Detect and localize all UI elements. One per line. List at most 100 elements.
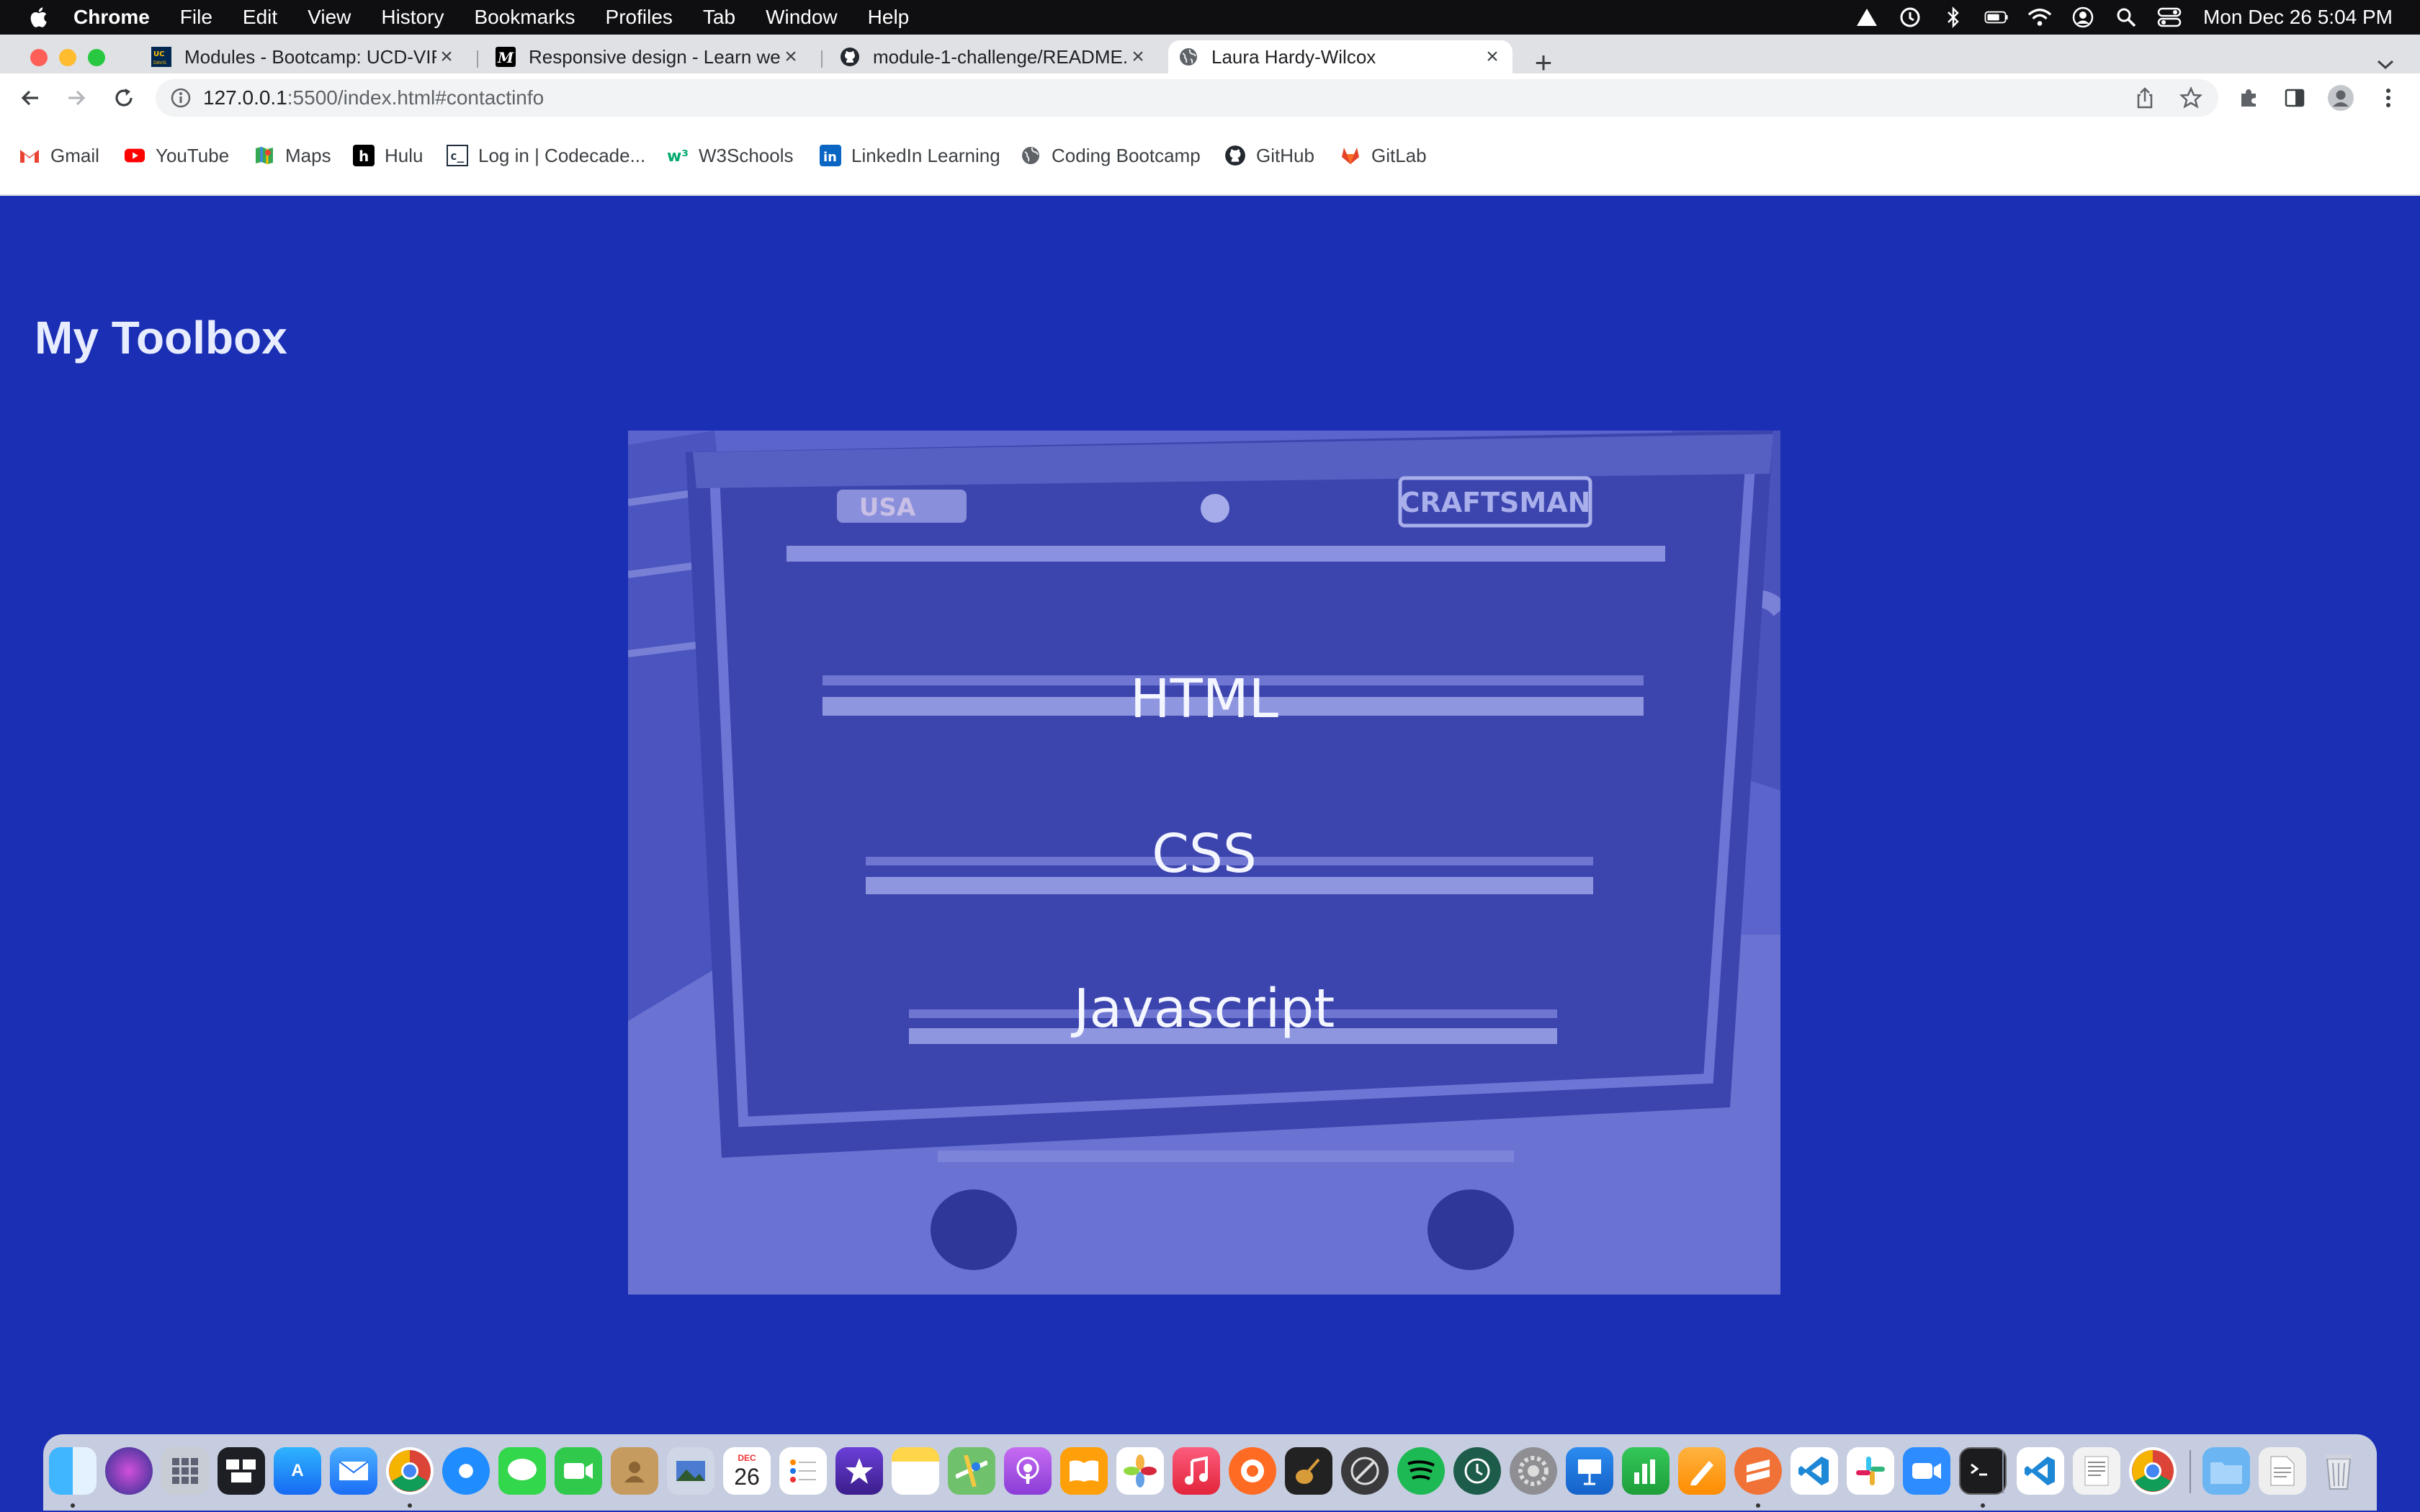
extensions-button[interactable] xyxy=(2234,84,2263,112)
folder-icon[interactable] xyxy=(2202,1447,2250,1495)
menu-view[interactable]: View xyxy=(308,6,351,29)
wifi-icon[interactable] xyxy=(2027,5,2052,30)
mail-icon[interactable] xyxy=(330,1447,377,1495)
bookmark-linkedin-learning[interactable]: in LinkedIn Learning xyxy=(820,143,1000,168)
chrome-icon[interactable] xyxy=(2129,1447,2177,1495)
back-button[interactable] xyxy=(16,84,45,112)
podcasts-icon[interactable] xyxy=(1004,1447,1052,1495)
address-bar[interactable]: 127.0.0.1:5500/index.html#contactinfo xyxy=(156,79,2218,117)
drive-icon[interactable] xyxy=(1855,5,1879,30)
side-panel-button[interactable] xyxy=(2280,84,2309,112)
keynote-icon[interactable] xyxy=(1566,1447,1613,1495)
facetime-icon[interactable] xyxy=(555,1447,602,1495)
spotify-icon[interactable] xyxy=(1397,1447,1445,1495)
numbers-icon[interactable] xyxy=(1622,1447,1670,1495)
tab-laura-hardy-wilcox[interactable]: Laura Hardy-Wilcox × xyxy=(1168,40,1512,73)
close-window-button[interactable] xyxy=(30,49,48,66)
share-icon xyxy=(2137,87,2153,109)
siri-icon[interactable] xyxy=(105,1447,153,1495)
vscode-icon[interactable] xyxy=(1791,1447,1838,1495)
bookmark-maps[interactable]: Maps xyxy=(254,143,331,168)
reminders-icon[interactable] xyxy=(779,1447,827,1495)
vscode-icon[interactable] xyxy=(2017,1447,2064,1495)
github-icon xyxy=(840,47,860,67)
menu-app-name[interactable]: Chrome xyxy=(73,6,150,29)
menu-bookmarks[interactable]: Bookmarks xyxy=(474,6,575,29)
bookmark-star-button[interactable] xyxy=(2177,84,2205,112)
menu-history[interactable]: History xyxy=(381,6,444,29)
close-tab-icon[interactable]: × xyxy=(1482,45,1502,68)
terminal-icon[interactable] xyxy=(1959,1447,2007,1495)
slack-icon[interactable] xyxy=(1847,1447,1894,1495)
close-tab-icon[interactable]: × xyxy=(781,45,801,68)
apple-icon[interactable] xyxy=(27,5,52,30)
books-icon[interactable] xyxy=(1060,1447,1108,1495)
music-icon[interactable] xyxy=(1173,1447,1220,1495)
contacts-icon[interactable] xyxy=(611,1447,658,1495)
w3schools-icon: w³ xyxy=(667,145,689,166)
launchpad-icon[interactable] xyxy=(161,1447,209,1495)
sublime-icon[interactable] xyxy=(1734,1447,1782,1495)
textedit-icon[interactable] xyxy=(2073,1447,2120,1495)
mission-control-icon[interactable] xyxy=(218,1447,265,1495)
time-machine-icon[interactable] xyxy=(1898,5,1922,30)
reload-button[interactable] xyxy=(109,84,138,112)
bookmark-youtube[interactable]: YouTube xyxy=(124,143,229,168)
tab-readme[interactable]: module-1-challenge/README.md × xyxy=(830,40,1158,73)
forward-button[interactable] xyxy=(62,84,91,112)
tab-search-chevron-icon[interactable] xyxy=(2374,58,2397,72)
bookmark-hulu[interactable]: h Hulu xyxy=(353,143,423,168)
user-icon[interactable] xyxy=(2071,5,2095,30)
menu-tab[interactable]: Tab xyxy=(703,6,735,29)
bookmark-w3schools[interactable]: w³ W3Schools xyxy=(667,143,794,168)
profile-button[interactable] xyxy=(2326,84,2355,112)
time-machine-icon[interactable] xyxy=(1453,1447,1501,1495)
chrome-icon[interactable] xyxy=(386,1447,434,1495)
bookmark-gmail[interactable]: Gmail xyxy=(19,143,99,168)
share-button[interactable] xyxy=(2130,84,2159,112)
spotlight-icon[interactable] xyxy=(2114,5,2138,30)
notes-icon[interactable] xyxy=(892,1447,939,1495)
menu-file[interactable]: File xyxy=(180,6,212,29)
new-tab-button[interactable]: + xyxy=(1530,45,1557,79)
messages-icon[interactable] xyxy=(498,1447,546,1495)
menu-edit[interactable]: Edit xyxy=(243,6,277,29)
control-center-icon[interactable] xyxy=(2157,5,2182,30)
bookmark-coding-bootcamp[interactable]: Coding Bootcamp xyxy=(1020,143,1201,168)
menu-clock[interactable]: Mon Dec 26 5:04 PM xyxy=(2203,6,2393,29)
menu-help[interactable]: Help xyxy=(868,6,910,29)
preview-icon[interactable] xyxy=(667,1447,714,1495)
close-tab-icon[interactable]: × xyxy=(436,45,457,68)
trash-icon[interactable] xyxy=(2315,1447,2362,1495)
photos-icon[interactable] xyxy=(1116,1447,1164,1495)
close-tab-icon[interactable]: × xyxy=(1128,45,1148,68)
guitar-icon[interactable] xyxy=(1285,1447,1332,1495)
minimize-window-button[interactable] xyxy=(59,49,76,66)
calendar-icon[interactable]: DEC 26 xyxy=(723,1447,771,1495)
bookmark-github[interactable]: GitHub xyxy=(1224,143,1314,168)
safari-icon[interactable] xyxy=(442,1447,490,1495)
system-preferences-icon[interactable] xyxy=(1510,1447,1557,1495)
zoom-window-button[interactable] xyxy=(88,49,105,66)
bookmark-gitlab[interactable]: GitLab xyxy=(1340,143,1427,168)
site-info-icon[interactable] xyxy=(170,87,192,109)
running-indicator xyxy=(1981,1503,1985,1508)
maps-icon[interactable] xyxy=(948,1447,995,1495)
imovie-icon[interactable] xyxy=(835,1447,883,1495)
finder-icon[interactable] xyxy=(49,1447,97,1495)
chrome-menu-button[interactable] xyxy=(2374,84,2403,112)
menu-window[interactable]: Window xyxy=(766,6,838,29)
tab-bootcamp-modules[interactable]: UC DAVIS Modules - Bootcamp: UCD-VIRT × xyxy=(141,40,467,73)
zoom-icon[interactable] xyxy=(1903,1447,1950,1495)
document-icon[interactable] xyxy=(2259,1447,2306,1495)
bluetooth-icon[interactable] xyxy=(1941,5,1966,30)
garageband-icon[interactable] xyxy=(1229,1447,1276,1495)
app-store-icon[interactable]: A xyxy=(274,1447,321,1495)
pages-icon[interactable] xyxy=(1678,1447,1726,1495)
tab-responsive-design[interactable]: M Responsive design - Learn web × xyxy=(485,40,811,73)
svg-text:UC: UC xyxy=(153,50,164,58)
battery-icon[interactable] xyxy=(1984,5,2009,30)
bookmark-codecademy[interactable]: c_ Log in | Codecade... xyxy=(447,143,645,168)
menu-profiles[interactable]: Profiles xyxy=(606,6,673,29)
compass-icon[interactable] xyxy=(1341,1447,1389,1495)
